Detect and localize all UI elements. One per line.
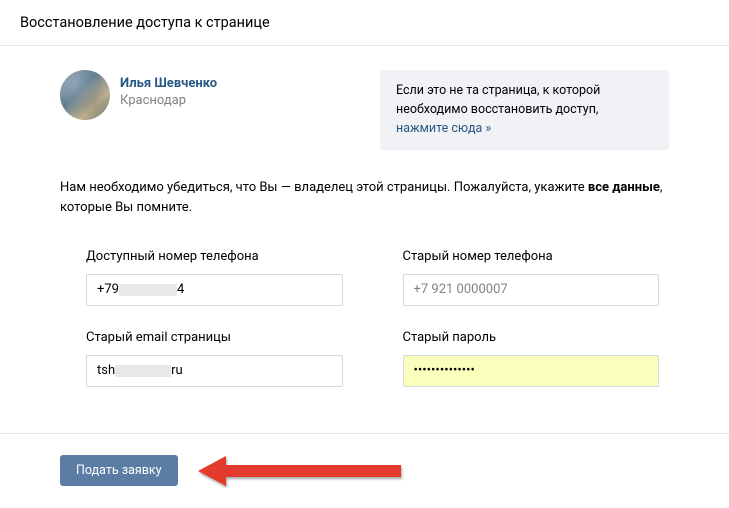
old-password-input[interactable] xyxy=(403,355,660,387)
instruction-bold: все данные xyxy=(588,180,660,195)
wrong-page-link[interactable]: нажмите сюда » xyxy=(396,121,491,136)
old-phone-label: Старый номер телефона xyxy=(403,249,660,264)
available-phone-group: Доступный номер телефона +79 4 xyxy=(86,249,343,306)
old-email-group: Старый email страницы tsh ru xyxy=(86,330,343,387)
email-redacted xyxy=(115,365,171,377)
phone-prefix: +79 xyxy=(97,282,119,297)
available-phone-input[interactable]: +79 4 xyxy=(86,274,343,306)
user-city: Краснодар xyxy=(120,93,217,108)
form-grid: Доступный номер телефона +79 4 Старый ном… xyxy=(86,249,659,387)
old-password-label: Старый пароль xyxy=(403,330,660,345)
page-title: Восстановление доступа к странице xyxy=(20,14,709,31)
top-row: Илья Шевченко Краснодар Если это не та с… xyxy=(60,70,669,150)
old-email-input[interactable]: tsh ru xyxy=(86,355,343,387)
avatar[interactable] xyxy=(60,70,110,120)
email-suffix: ru xyxy=(171,363,183,378)
old-phone-input[interactable] xyxy=(403,274,660,306)
email-prefix: tsh xyxy=(97,363,115,378)
user-name-link[interactable]: Илья Шевченко xyxy=(120,76,217,91)
available-phone-label: Доступный номер телефона xyxy=(86,249,343,264)
page-header: Восстановление доступа к странице xyxy=(0,0,729,46)
instruction-text: Нам необходимо убедиться, что Вы — владе… xyxy=(60,178,669,218)
old-password-group: Старый пароль xyxy=(403,330,660,387)
user-info: Илья Шевченко Краснодар xyxy=(120,70,217,108)
submit-button[interactable]: Подать заявку xyxy=(60,455,178,486)
instruction-part1: Нам необходимо убедиться, что Вы — владе… xyxy=(60,180,588,195)
arrow-icon xyxy=(196,454,406,488)
old-phone-group: Старый номер телефона xyxy=(403,249,660,306)
old-email-label: Старый email страницы xyxy=(86,330,343,345)
user-block: Илья Шевченко Краснодар xyxy=(60,70,360,150)
notice-prefix: Если это не та страница, к которой необх… xyxy=(396,83,600,117)
phone-suffix: 4 xyxy=(177,282,184,297)
phone-redacted xyxy=(119,284,177,296)
wrong-page-notice: Если это не та страница, к которой необх… xyxy=(380,70,669,150)
content: Илья Шевченко Краснодар Если это не та с… xyxy=(0,46,729,397)
footer: Подать заявку xyxy=(0,434,729,508)
